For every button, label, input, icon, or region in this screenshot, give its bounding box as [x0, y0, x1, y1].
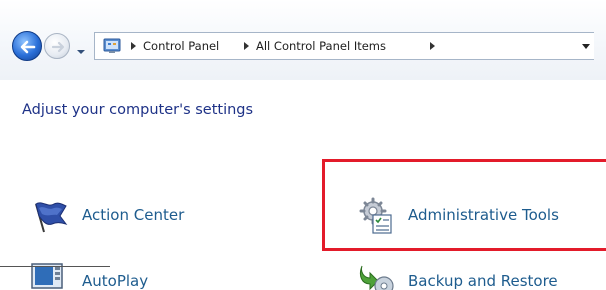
- divider: [0, 266, 110, 267]
- address-history-button[interactable]: [582, 44, 590, 49]
- breadcrumb-control-panel[interactable]: Control Panel: [143, 39, 219, 53]
- page-heading: Adjust your computer's settings: [22, 102, 254, 118]
- item-action-center[interactable]: Action Center: [30, 196, 230, 236]
- breadcrumb-separator[interactable]: [244, 42, 249, 50]
- address-bar[interactable]: Control Panel All Control Panel Items: [94, 32, 594, 60]
- breadcrumb-all-items[interactable]: All Control Panel Items: [256, 39, 386, 53]
- recent-pages-button[interactable]: [76, 41, 86, 54]
- item-backup-and-restore[interactable]: Backup and Restore: [356, 262, 606, 290]
- item-label: Backup and Restore: [408, 272, 558, 290]
- forward-button[interactable]: [44, 33, 70, 59]
- breadcrumb-separator[interactable]: [131, 42, 136, 50]
- item-label: AutoPlay: [82, 272, 149, 290]
- forward-arrow-icon: [51, 41, 65, 53]
- highlight-box: [322, 159, 606, 251]
- control-panel-icon: [103, 38, 121, 53]
- item-label: Action Center: [82, 206, 185, 224]
- control-panel-window: Control Panel All Control Panel Items Ad…: [0, 0, 606, 290]
- back-arrow-icon: [20, 40, 36, 54]
- breadcrumb-separator[interactable]: [430, 42, 435, 50]
- backup-icon: [359, 265, 394, 290]
- flag-icon: [35, 202, 68, 233]
- back-button[interactable]: [12, 31, 42, 61]
- chevron-down-icon: [77, 50, 85, 54]
- navigation-bar: Control Panel All Control Panel Items: [0, 0, 606, 80]
